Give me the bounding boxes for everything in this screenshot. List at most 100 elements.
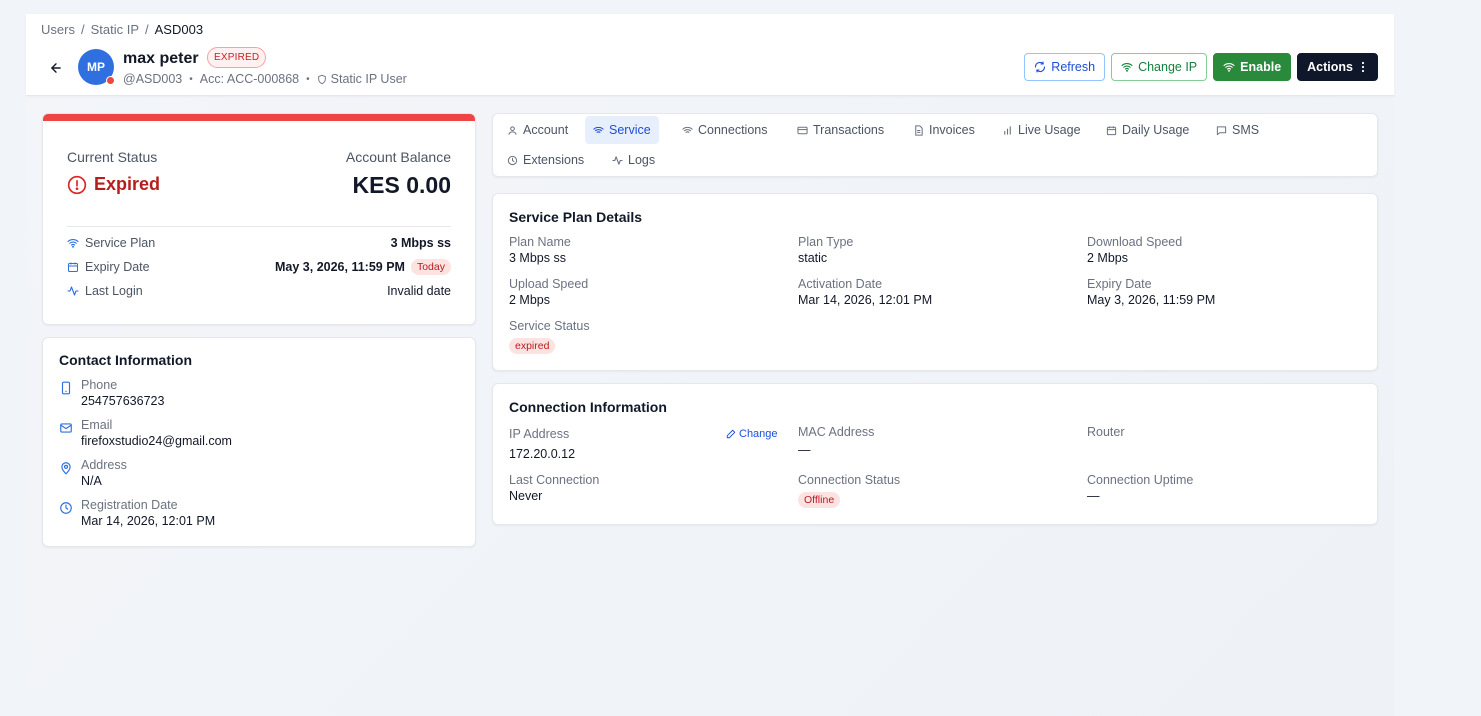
change-ip-link[interactable]: Change [726,428,778,440]
app-root: Users / Static IP / ASD003 MP max peter … [26,14,1394,716]
last-login-row: Last Login Invalid date [67,282,451,300]
router-field: Router [1087,425,1125,441]
service-plan-title: Service Plan Details [509,209,643,225]
clock-icon [60,502,72,514]
connection-uptime-value: — [1087,489,1100,503]
connection-uptime-field: Connection Uptime — [1087,473,1193,503]
current-status-label: Current Status [67,149,158,165]
plan-type-field: Plan Type static [798,235,853,265]
breadcrumb-current: ASD003 [154,22,204,37]
upload-speed-label: Upload Speed [509,277,589,291]
plan-type-label: Plan Type [798,235,854,249]
tab-extensions[interactable]: Extensions [499,146,592,174]
clock-icon [507,155,518,165]
expiry-date-key: Expiry Date [67,260,150,274]
service-plan-row: Service Plan 3 Mbps ss [67,234,451,252]
meta-separator: • [306,73,310,85]
tab-connections[interactable]: Connections [674,116,776,144]
address-label: Address [81,458,127,472]
last-connection-label: Last Connection [509,473,600,487]
calendar-icon [68,262,78,272]
mail-icon [60,423,72,433]
plan-name-value: 3 Mbps ss [509,251,566,265]
today-badge: Today [410,259,451,275]
message-square-icon [1216,125,1227,135]
user-icon [508,125,517,135]
tab-transactions-label: Transactions [813,123,885,137]
service-status-badge: expired [509,338,556,354]
enable-label: Enable [1240,60,1282,74]
breadcrumb: Users / Static IP / ASD003 [41,22,203,37]
mac-address-field: MAC Address — [798,425,874,457]
contact-registration: Registration Date Mar 14, 2026, 12:01 PM [59,498,215,528]
last-connection-value: Never [509,489,543,503]
email-label: Email [81,418,113,432]
meta-separator: • [189,73,193,85]
arrow-left-icon [51,63,61,73]
user-type: Static IP User [317,72,407,86]
last-login-key: Last Login [67,284,143,298]
refresh-button[interactable]: Refresh [1024,53,1106,81]
enable-button[interactable]: Enable [1213,53,1292,81]
change-ip-button[interactable]: Change IP [1111,53,1208,81]
connection-title: Connection Information [509,399,667,415]
tab-invoices-label: Invoices [929,123,975,137]
download-speed-value: 2 Mbps [1087,251,1128,265]
wifi-icon [593,126,604,133]
wifi-icon [682,126,693,133]
current-status-text: Expired [94,174,161,194]
username: @ASD003 [123,72,183,86]
expiry-date-label: Expiry Date [85,260,150,274]
alert-circle-icon [67,175,87,194]
phone-label: Phone [81,378,118,392]
upload-speed-field: Upload Speed 2 Mbps [509,277,588,307]
tab-logs[interactable]: Logs [604,146,663,174]
status-card: Current Status Expired Account Balance K… [42,113,476,325]
plan-name-field: Plan Name 3 Mbps ss [509,235,571,265]
tab-invoices[interactable]: Invoices [905,116,983,144]
activity-icon [612,155,623,165]
plan-expiry-date-value: May 3, 2026, 11:59 PM [1087,293,1216,307]
tab-daily-usage[interactable]: Daily Usage [1098,116,1197,144]
calendar-icon [1106,125,1117,135]
back-button[interactable] [46,58,66,78]
status-badge: EXPIRED [207,47,267,68]
mac-address-label: MAC Address [798,425,875,439]
tabs-card: Account Service Connections Transactions… [492,113,1378,177]
bar-chart-icon [1004,125,1011,135]
tab-transactions[interactable]: Transactions [789,116,892,144]
avatar: MP [78,49,115,85]
breadcrumb-static-ip[interactable]: Static IP [91,22,139,37]
connection-card: Connection Information IP Address 172.20… [492,383,1378,525]
ip-address-field: IP Address 172.20.0.12 [509,427,575,461]
tab-daily-usage-label: Daily Usage [1122,123,1190,137]
actions-label: Actions [1307,60,1353,74]
tab-sms[interactable]: SMS [1208,116,1267,144]
tab-logs-label: Logs [628,153,656,167]
pencil-icon [726,429,736,439]
service-plan-card: Service Plan Details Plan Name 3 Mbps ss… [492,193,1378,371]
last-connection-field: Last Connection Never [509,473,599,503]
page-header: Users / Static IP / ASD003 MP max peter … [26,14,1394,96]
credit-card-icon [797,126,808,134]
expiry-date-value-wrap: May 3, 2026, 11:59 PM Today [275,259,451,275]
tab-account[interactable]: Account [499,116,576,144]
tab-sms-label: SMS [1232,123,1260,137]
connection-status-badge: Offline [798,492,841,508]
tab-live-usage[interactable]: Live Usage [994,116,1089,144]
mac-address-value: — [798,443,811,457]
tab-service[interactable]: Service [585,116,659,144]
divider [67,226,451,227]
contact-title: Contact Information [59,352,192,368]
breadcrumb-users[interactable]: Users [41,22,75,37]
connection-status-field: Connection Status Offline [798,473,900,508]
tab-extensions-label: Extensions [523,153,585,167]
contact-email: Email firefoxstudio24@gmail.com [59,418,232,448]
plan-name-label: Plan Name [509,235,571,249]
service-status-field: Service Status expired [509,319,590,354]
contact-card: Contact Information Phone 254757636723 E… [42,337,476,547]
service-plan-label: Service Plan [85,236,156,250]
user-type-label: Static IP User [330,72,407,86]
contact-phone: Phone 254757636723 [59,378,164,408]
actions-button[interactable]: Actions [1297,53,1378,81]
